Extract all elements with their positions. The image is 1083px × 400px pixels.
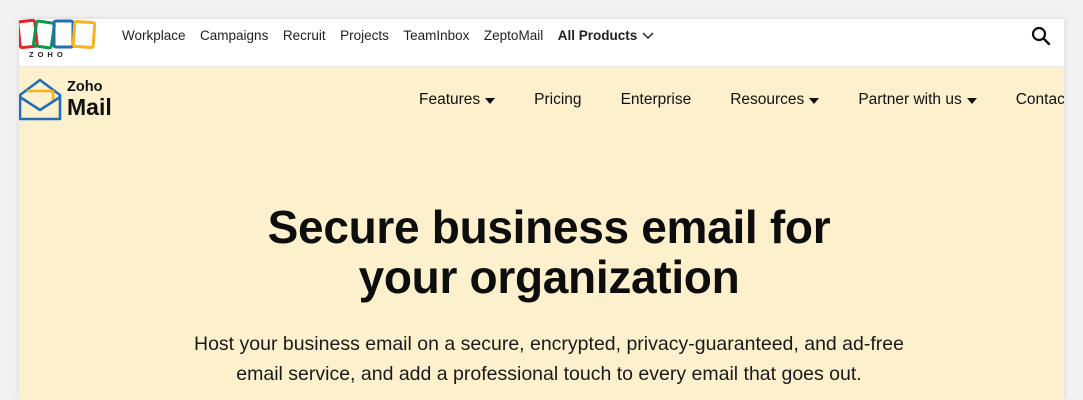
caret-down-icon	[809, 98, 820, 104]
nav-partner-label: Partner with us	[858, 91, 962, 108]
hero-title-line-2: your organization	[358, 251, 740, 303]
brand-zoho: Zoho	[67, 79, 103, 95]
nav-contact[interactable]: Contact Us	[1016, 91, 1064, 109]
top-link-workplace[interactable]: Workplace	[122, 28, 186, 43]
nav-pricing[interactable]: Pricing	[534, 91, 581, 109]
top-link-projects[interactable]: Projects	[340, 28, 389, 43]
zoho-logo[interactable]: ZOHO	[19, 19, 99, 59]
nav-pricing-label: Pricing	[534, 91, 582, 108]
caret-down-icon	[485, 98, 496, 104]
nav-enterprise[interactable]: Enterprise	[621, 91, 692, 109]
nav-features-label: Features	[419, 91, 481, 108]
top-bar: ZOHO Workplace Campaigns Recruit Project…	[19, 19, 1064, 67]
zoho-mail-logo[interactable]: Zoho Mail	[19, 77, 117, 123]
top-nav: Workplace Campaigns Recruit Projects Tea…	[122, 19, 669, 52]
main-nav: Features Pricing Enterprise Resources Pa…	[419, 89, 1064, 111]
hero-subtitle-line-1: Host your business email on a secure, en…	[194, 333, 904, 355]
hero-subtitle: Host your business email on a secure, en…	[19, 329, 1064, 389]
search-icon[interactable]	[1031, 26, 1051, 46]
envelope-icon	[19, 78, 62, 121]
nav-contact-label: Contact Us	[1015, 91, 1064, 108]
all-products-dropdown[interactable]: All Products	[558, 28, 655, 43]
top-link-recruit[interactable]: Recruit	[283, 28, 326, 43]
zoho-logo-text: ZOHO	[29, 50, 67, 59]
top-link-zeptomail[interactable]: ZeptoMail	[484, 28, 543, 43]
hero-title: Secure business email for your organizat…	[19, 202, 1064, 302]
page: ZOHO Workplace Campaigns Recruit Project…	[19, 19, 1064, 400]
all-products-label: All Products	[557, 28, 638, 43]
top-link-campaigns[interactable]: Campaigns	[200, 28, 268, 43]
chevron-down-icon	[642, 31, 654, 39]
hero-subtitle-line-2: email service, and add a professional to…	[236, 363, 862, 385]
brand-mail: Mail	[67, 94, 112, 120]
nav-resources[interactable]: Resources	[730, 91, 820, 109]
hero-title-line-1: Secure business email for	[267, 201, 831, 253]
top-link-teaminbox[interactable]: TeamInbox	[403, 28, 469, 43]
nav-resources-label: Resources	[730, 91, 805, 108]
nav-features[interactable]: Features	[419, 91, 496, 109]
nav-enterprise-label: Enterprise	[620, 91, 692, 108]
caret-down-icon	[966, 98, 977, 104]
nav-partner[interactable]: Partner with us	[858, 91, 977, 109]
